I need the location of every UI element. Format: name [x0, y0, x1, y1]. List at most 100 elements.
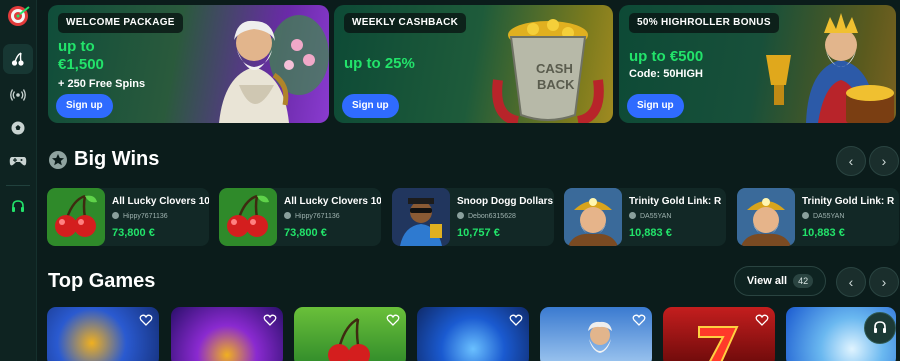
view-all-button[interactable]: View all 42	[734, 266, 826, 296]
snoop-thumbnail	[392, 188, 450, 246]
promo-subtext: + 250 Free Spins	[58, 78, 146, 90]
chevron-right-icon: ›	[881, 153, 887, 169]
game-tile-cherries[interactable]	[294, 307, 406, 361]
win-game-title: All Lucky Clovers 10	[112, 196, 209, 207]
promo-tag: WELCOME PACKAGE	[58, 13, 183, 33]
svg-text:CASH: CASH	[536, 61, 573, 76]
username-text: Hippy7671136	[295, 213, 340, 220]
username-text: DA55YAN	[640, 213, 672, 220]
gamepad-icon	[9, 157, 27, 166]
win-amount: 10,757 €	[457, 227, 500, 239]
username-text: Hippy7671136	[123, 213, 168, 220]
promo-headline-amount: €1,500	[58, 56, 104, 73]
zeus-character-icon	[588, 321, 612, 353]
miner-character-icon	[737, 188, 795, 246]
favorite-heart-icon[interactable]	[386, 313, 400, 327]
user-icon	[802, 212, 809, 219]
snoop-character-icon	[392, 188, 450, 246]
win-game-title: Snoop Dogg Dollars	[457, 196, 554, 207]
win-username: Hippy7671136	[284, 212, 340, 220]
username-text: Debon6315628	[468, 213, 516, 220]
top-games-title: Top Games	[48, 270, 156, 292]
game-tile-diamond[interactable]	[171, 307, 283, 361]
signup-button[interactable]: Sign up	[627, 94, 684, 118]
miner-thumbnail	[564, 188, 622, 246]
favorite-heart-icon[interactable]	[263, 313, 277, 327]
soccer-ball-icon	[11, 121, 25, 135]
favorite-heart-icon[interactable]	[755, 313, 769, 327]
sidebar	[0, 0, 37, 361]
promo-code: Code: 50HIGH	[629, 68, 703, 80]
username-text: DA55YAN	[813, 213, 845, 220]
miner-character-icon	[564, 188, 622, 246]
favorite-heart-icon[interactable]	[509, 313, 523, 327]
games-count-badge: 42	[793, 274, 814, 288]
sidebar-item-games[interactable]	[3, 146, 33, 176]
win-amount: 73,800 €	[284, 227, 327, 239]
big-wins-next-button[interactable]: ›	[869, 146, 899, 176]
user-icon	[457, 212, 464, 219]
svg-text:BACK: BACK	[537, 77, 575, 92]
win-username: Hippy7671136	[112, 212, 168, 220]
game-tile-seven[interactable]	[663, 307, 775, 361]
user-icon	[284, 212, 291, 219]
user-icon	[629, 212, 636, 219]
win-amount: 10,883 €	[802, 227, 845, 239]
signup-button[interactable]: Sign up	[56, 94, 113, 118]
chevron-left-icon: ‹	[848, 274, 854, 290]
sidebar-divider	[6, 185, 30, 186]
game-tile-blue-gem[interactable]	[417, 307, 529, 361]
top-games-next-button[interactable]: ›	[869, 267, 899, 297]
win-game-title: All Lucky Clovers 10	[284, 196, 381, 207]
dartboard-logo-icon[interactable]	[3, 4, 33, 28]
sidebar-item-live[interactable]	[3, 80, 33, 110]
big-win-card[interactable]: All Lucky Clovers 10 Hippy7671136 73,800…	[219, 188, 381, 246]
big-win-card[interactable]: Trinity Gold Link: R DA55YAN 10,883 €	[737, 188, 899, 246]
promo-headline: up to	[58, 38, 95, 55]
live-support-button[interactable]	[864, 312, 896, 344]
cherries-icon	[227, 194, 269, 237]
favorite-heart-icon[interactable]	[632, 313, 646, 327]
king-treasure-image	[766, 13, 894, 123]
cashback-pot-image: CASH BACK	[492, 19, 604, 123]
win-username: Debon6315628	[457, 212, 516, 220]
win-amount: 10,883 €	[629, 227, 672, 239]
user-icon	[112, 212, 119, 219]
game-tile-zeus[interactable]	[540, 307, 652, 361]
zeus-character-image	[219, 15, 329, 123]
win-username: DA55YAN	[802, 212, 844, 220]
lucky-seven-icon	[698, 326, 739, 361]
promo-weekly-cashback[interactable]: WEEKLY CASHBACK up to 25% Sign up CASH B…	[334, 5, 613, 123]
win-amount: 73,800 €	[112, 227, 155, 239]
headset-support-icon	[12, 200, 24, 212]
cherries-icon	[11, 52, 24, 66]
promo-highroller-bonus[interactable]: 50% HIGHROLLER BONUS up to €500 Code: 50…	[619, 5, 896, 123]
chevron-right-icon: ›	[881, 274, 887, 290]
headset-icon	[874, 321, 886, 333]
cherries-icon	[328, 317, 370, 361]
promo-headline: up to 25%	[344, 55, 415, 72]
big-wins-prev-button[interactable]: ‹	[836, 146, 866, 176]
cherries-thumbnail	[219, 188, 277, 246]
promo-headline: up to €500	[629, 48, 704, 65]
cherries-icon	[55, 194, 97, 237]
top-games-prev-button[interactable]: ‹	[836, 267, 866, 297]
win-game-title: Trinity Gold Link: R	[802, 196, 895, 207]
signup-button[interactable]: Sign up	[342, 94, 399, 118]
sidebar-item-casino[interactable]	[3, 44, 33, 74]
big-win-card[interactable]: Snoop Dogg Dollars Debon6315628 10,757 €	[392, 188, 554, 246]
sidebar-item-sports[interactable]	[3, 113, 33, 143]
favorite-heart-icon[interactable]	[139, 313, 153, 327]
big-win-card[interactable]: Trinity Gold Link: R DA55YAN 10,883 €	[564, 188, 726, 246]
big-win-card[interactable]: All Lucky Clovers 10 Hippy7671136 73,800…	[47, 188, 209, 246]
sidebar-item-support[interactable]	[3, 192, 33, 222]
star-icon	[49, 151, 67, 169]
promo-welcome-package[interactable]: WELCOME PACKAGE up to €1,500 + 250 Free …	[48, 5, 329, 123]
cherries-thumbnail	[47, 188, 105, 246]
chevron-left-icon: ‹	[848, 153, 854, 169]
game-tile-lightning[interactable]	[47, 307, 159, 361]
miner-thumbnail	[737, 188, 795, 246]
view-all-label: View all	[746, 275, 788, 287]
win-username: DA55YAN	[629, 212, 671, 220]
win-game-title: Trinity Gold Link: R	[629, 196, 722, 207]
